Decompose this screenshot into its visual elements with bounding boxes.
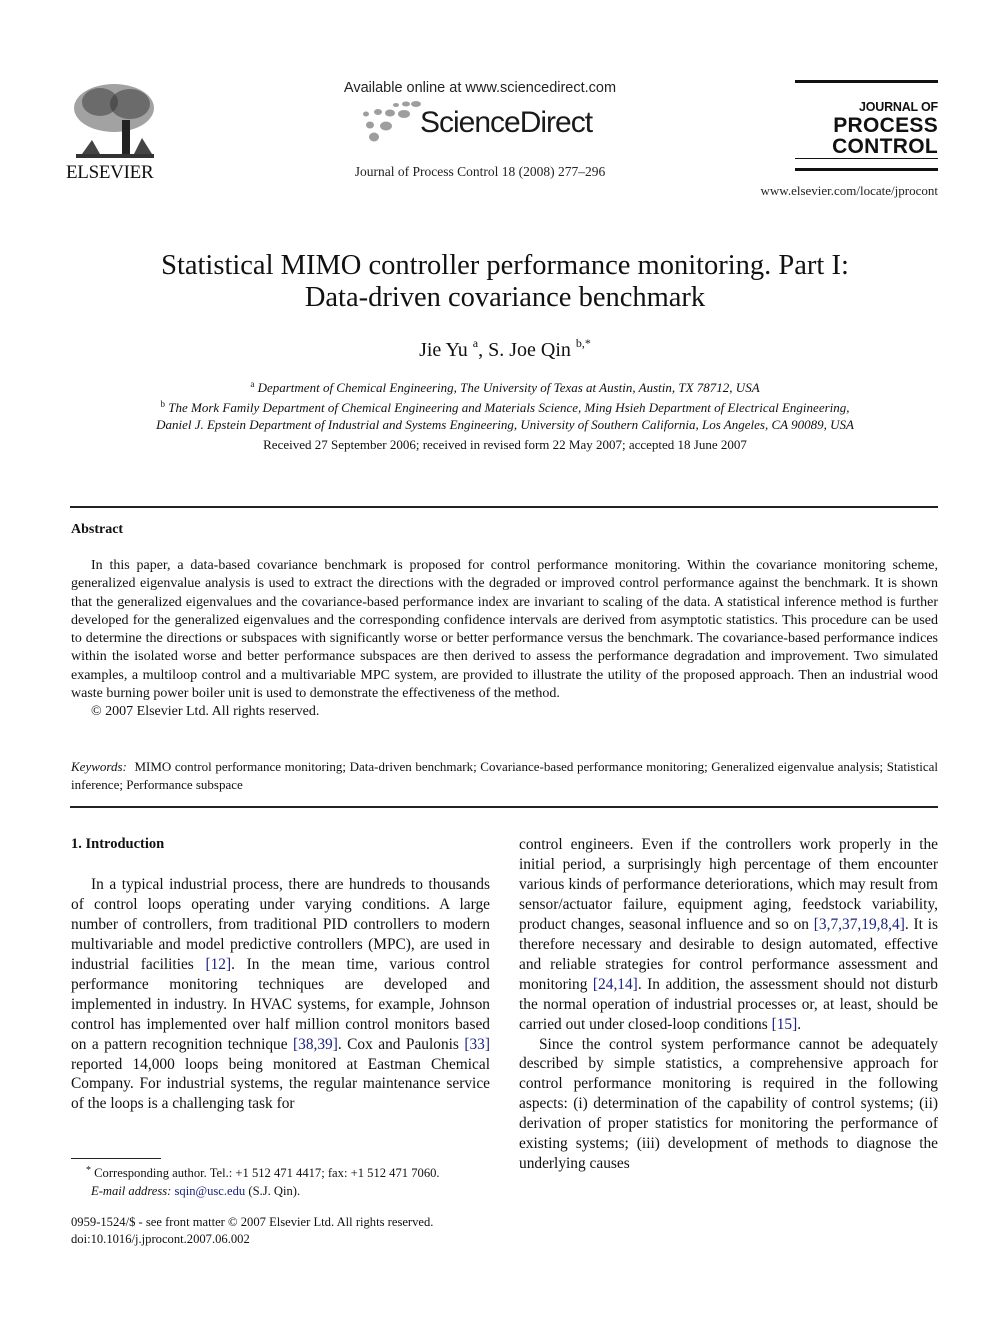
author-affiliation-marker: b,* xyxy=(575,336,591,350)
section-heading-introduction: 1. Introduction xyxy=(71,836,165,852)
elsevier-logo: ELSEVIER xyxy=(66,80,162,184)
affiliation-a: a Department of Chemical Engineering, Th… xyxy=(60,376,950,396)
header-rule xyxy=(795,168,938,171)
available-online-text: Available online at www.sciencedirect.co… xyxy=(343,80,617,96)
affiliation-text: The Mork Family Department of Chemical E… xyxy=(168,400,850,415)
intro-paragraph-2: Since the control system performance can… xyxy=(519,1035,938,1173)
title-line-1: Statistical MIMO controller performance … xyxy=(161,250,849,281)
keywords: Keywords: MIMO control performance monit… xyxy=(71,758,938,794)
publisher-name: ELSEVIER xyxy=(66,162,154,183)
right-column: control engineers. Even if the controlle… xyxy=(519,835,938,1174)
abstract-paragraph: In this paper, a data-based covariance b… xyxy=(71,558,938,702)
email-note: E-mail address: sqin@usc.edu (S.J. Qin). xyxy=(91,1184,301,1198)
journal-logo: JOURNAL OF PROCESS CONTROL xyxy=(795,80,938,160)
abstract-body: In this paper, a data-based covariance b… xyxy=(71,557,938,722)
affiliation-b: b The Mork Family Department of Chemical… xyxy=(60,396,950,416)
citation-link[interactable]: [33] xyxy=(464,1036,490,1053)
issn-line: 0959-1524/$ - see front matter © 2007 El… xyxy=(71,1215,434,1229)
journal-url-link[interactable]: www.elsevier.com/locate/jprocont xyxy=(700,183,939,199)
citation-link[interactable]: [24,14] xyxy=(593,976,638,993)
affiliation-marker: a xyxy=(250,379,255,389)
left-column: 1. Introduction In a typical industrial … xyxy=(71,835,490,1114)
abstract-copyright: © 2007 Elsevier Ltd. All rights reserved… xyxy=(91,704,320,720)
intro-paragraph-1-continued: control engineers. Even if the controlle… xyxy=(519,836,938,1033)
received-dates: Received 27 September 2006; received in … xyxy=(263,437,747,452)
logo-rule-top xyxy=(795,80,938,83)
affiliation-marker: b xyxy=(160,399,165,409)
footnote-marker: * xyxy=(86,1165,91,1176)
affiliation-text: Daniel J. Epstein Department of Industri… xyxy=(156,417,854,432)
divider-bottom xyxy=(70,806,938,808)
author-list: Jie Yu a, S. Joe Qin b,* xyxy=(60,336,950,362)
front-matter: 0959-1524/$ - see front matter © 2007 El… xyxy=(71,1214,501,1248)
sciencedirect-logo[interactable]: ScienceDirect xyxy=(360,100,610,148)
title-line-2: Data-driven covariance benchmark xyxy=(304,282,706,313)
article-title: Statistical MIMO controller performance … xyxy=(60,250,950,314)
citation-link[interactable]: [38,39] xyxy=(293,1036,338,1053)
author-separator: , xyxy=(478,339,489,361)
corresponding-author-note: * Corresponding author. Tel.: +1 512 471… xyxy=(71,1162,501,1182)
author-name[interactable]: Jie Yu xyxy=(419,339,468,361)
sciencedirect-dots-icon xyxy=(363,101,421,142)
journal-citation: Journal of Process Control 18 (2008) 277… xyxy=(354,164,606,179)
abstract-heading: Abstract xyxy=(71,522,124,537)
citation-link[interactable]: [15] xyxy=(772,1016,798,1033)
affiliation-b-continued: Daniel J. Epstein Department of Industri… xyxy=(60,416,950,433)
email-link[interactable]: sqin@usc.edu xyxy=(175,1184,246,1198)
keywords-label: Keywords: xyxy=(71,759,127,774)
citation-link[interactable]: [3,7,37,19,8,4] xyxy=(814,916,905,933)
sciencedirect-wordmark: ScienceDirect xyxy=(420,106,593,139)
logo-rule-bottom xyxy=(795,158,938,159)
affiliations: a Department of Chemical Engineering, Th… xyxy=(60,376,950,433)
affiliation-text: Department of Chemical Engineering, The … xyxy=(257,380,760,395)
elsevier-tree-icon xyxy=(74,84,154,158)
citation-link[interactable]: [12] xyxy=(205,956,231,973)
logo-line-2: PROCESS xyxy=(833,114,938,137)
keywords-list: MIMO control performance monitoring; Dat… xyxy=(71,759,938,792)
divider-top xyxy=(70,506,938,508)
author-name[interactable]: S. Joe Qin xyxy=(488,339,571,361)
intro-paragraph-1: In a typical industrial process, there a… xyxy=(71,875,490,1113)
footnote: * Corresponding author. Tel.: +1 512 471… xyxy=(71,1162,501,1200)
footnote-rule xyxy=(71,1158,161,1159)
doi-line[interactable]: doi:10.1016/j.jprocont.2007.06.002 xyxy=(71,1231,501,1248)
logo-line-3: CONTROL xyxy=(832,135,938,158)
logo-line-1: JOURNAL OF xyxy=(858,100,938,114)
email-label: E-mail address: xyxy=(91,1184,172,1198)
